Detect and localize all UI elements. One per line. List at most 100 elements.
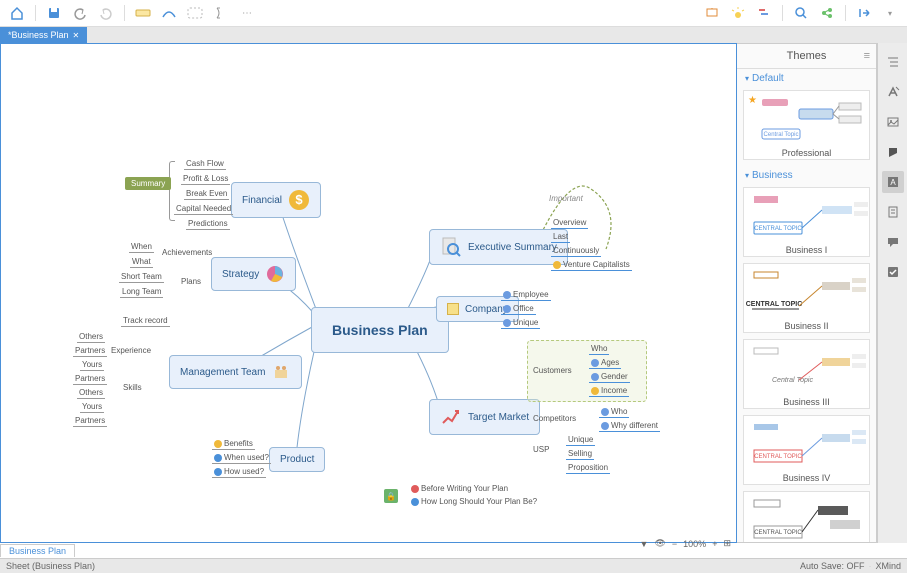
floating-topic[interactable]: Before Writing Your Plan: [411, 484, 508, 493]
leaf[interactable]: Others: [77, 332, 105, 343]
zoom-in[interactable]: +: [712, 539, 717, 549]
dollar-icon: $: [288, 189, 310, 211]
leaf[interactable]: Unique: [566, 435, 595, 446]
image-icon[interactable]: [882, 111, 904, 133]
close-icon[interactable]: ✕: [73, 31, 80, 40]
leaf[interactable]: What: [130, 257, 153, 268]
leaf[interactable]: Benefits: [212, 439, 255, 450]
share-icon[interactable]: [816, 3, 838, 23]
gantt-icon[interactable]: [753, 3, 775, 23]
leaf[interactable]: Unique: [501, 318, 540, 329]
topic-icon[interactable]: [132, 3, 154, 23]
leaf[interactable]: Office: [501, 304, 536, 315]
leaf[interactable]: Proposition: [566, 463, 610, 474]
node-strategy[interactable]: Strategy: [211, 257, 296, 291]
leaf[interactable]: Venture Capitalists: [551, 260, 632, 271]
zoom-controls: ▼ 👁 − 100% + ⊞: [636, 536, 735, 551]
leaf[interactable]: When: [129, 242, 154, 253]
sheet-tab-bar: Business Plan: [0, 543, 907, 558]
svg-text:CENTRAL TOPIC: CENTRAL TOPIC: [746, 301, 803, 308]
section-default[interactable]: Default: [737, 69, 876, 88]
summary-tag[interactable]: Summary: [125, 177, 171, 190]
home-icon[interactable]: [6, 3, 28, 23]
leaf[interactable]: Yours: [80, 360, 104, 371]
svg-text:Central Topic: Central Topic: [764, 132, 799, 138]
task-icon[interactable]: [882, 261, 904, 283]
relationship-icon[interactable]: [158, 3, 180, 23]
boundary-icon[interactable]: [184, 3, 206, 23]
leaf[interactable]: Selling: [566, 449, 594, 460]
comments-icon[interactable]: [882, 231, 904, 253]
leaf-label: USP: [533, 445, 549, 454]
leaf[interactable]: Who: [589, 344, 609, 355]
outline-icon[interactable]: [882, 51, 904, 73]
summary-icon[interactable]: [210, 3, 232, 23]
leaf[interactable]: Cash Flow: [184, 159, 226, 170]
node-product[interactable]: Product: [269, 447, 325, 472]
floating-topic-icon[interactable]: 🔒: [384, 489, 398, 503]
node-target[interactable]: Target Market: [429, 399, 540, 435]
section-business[interactable]: Business: [737, 166, 876, 185]
presentation-icon[interactable]: [701, 3, 723, 23]
leaf[interactable]: Income: [589, 386, 629, 397]
redo-icon[interactable]: [95, 3, 117, 23]
node-financial[interactable]: Financial$: [231, 182, 321, 218]
leaf[interactable]: Overview: [551, 218, 588, 229]
save-icon[interactable]: [43, 3, 65, 23]
marker-icon[interactable]: [882, 141, 904, 163]
main-toolbar: ⋯ ▾: [0, 0, 907, 27]
leaf[interactable]: Why different: [599, 421, 660, 432]
node-management[interactable]: Management Team: [169, 355, 302, 389]
theme-business2[interactable]: CENTRAL TOPIC Business II: [743, 263, 870, 333]
file-tab[interactable]: *Business Plan✕: [0, 27, 87, 43]
node-exec[interactable]: Executive Summary: [429, 229, 568, 265]
panel-menu-icon[interactable]: ≡: [864, 50, 870, 62]
leaf[interactable]: Others: [77, 388, 105, 399]
theme-business4[interactable]: CENTRAL TOPIC Business IV: [743, 415, 870, 485]
leaf[interactable]: Short Team: [119, 272, 164, 283]
theme-business3[interactable]: Central Topic Business III: [743, 339, 870, 409]
leaf[interactable]: Gender: [589, 372, 630, 383]
filter-icon[interactable]: ▼: [640, 539, 649, 549]
format-icon[interactable]: [882, 81, 904, 103]
theme-business1[interactable]: CENTRAL TOPIC Business I: [743, 187, 870, 257]
more-icon[interactable]: ⋯: [236, 3, 258, 23]
eye-icon[interactable]: 👁: [654, 538, 665, 549]
leaf[interactable]: Ages: [589, 358, 621, 369]
star-icon: ★: [748, 95, 757, 106]
undo-icon[interactable]: [69, 3, 91, 23]
search-icon[interactable]: [790, 3, 812, 23]
leaf[interactable]: Continuously: [551, 246, 601, 257]
leaf[interactable]: Partners: [73, 346, 107, 357]
themes-icon[interactable]: A: [882, 171, 904, 193]
leaf[interactable]: Track record: [121, 316, 170, 327]
zoom-level: 100%: [683, 539, 706, 549]
leaf[interactable]: Partners: [73, 416, 107, 427]
leaf[interactable]: Predictions: [186, 219, 230, 230]
team-icon: [271, 362, 291, 382]
leaf[interactable]: Employee: [501, 290, 551, 301]
mindmap-canvas[interactable]: Business Plan Financial$ Cash Flow Profi…: [0, 43, 737, 543]
theme-professional[interactable]: ★ Central Topic Professional: [743, 90, 870, 160]
dropdown-icon[interactable]: ▾: [879, 3, 901, 23]
leaf[interactable]: How used?: [212, 467, 266, 478]
leaf[interactable]: Who: [599, 407, 629, 418]
svg-text:CENTRAL TOPIC: CENTRAL TOPIC: [754, 530, 802, 536]
leaf[interactable]: Break Even: [184, 189, 229, 200]
leaf[interactable]: Capital Needed: [174, 204, 233, 215]
notes-icon[interactable]: [882, 201, 904, 223]
leaf[interactable]: Partners: [73, 374, 107, 385]
sheet-tab[interactable]: Business Plan: [0, 544, 75, 557]
central-topic[interactable]: Business Plan: [311, 307, 449, 353]
leaf[interactable]: Profit & Loss: [181, 174, 230, 185]
theme-business5[interactable]: CENTRAL TOPIC: [743, 491, 870, 542]
leaf[interactable]: Yours: [80, 402, 104, 413]
zoom-out[interactable]: −: [672, 539, 677, 549]
export-icon[interactable]: [853, 3, 875, 23]
leaf[interactable]: Long Team: [120, 287, 163, 298]
floating-topic[interactable]: How Long Should Your Plan Be?: [411, 497, 537, 506]
brainstorm-icon[interactable]: [727, 3, 749, 23]
leaf[interactable]: When used?: [212, 453, 271, 464]
fit-icon[interactable]: ⊞: [723, 538, 731, 549]
leaf[interactable]: Last: [551, 232, 570, 243]
